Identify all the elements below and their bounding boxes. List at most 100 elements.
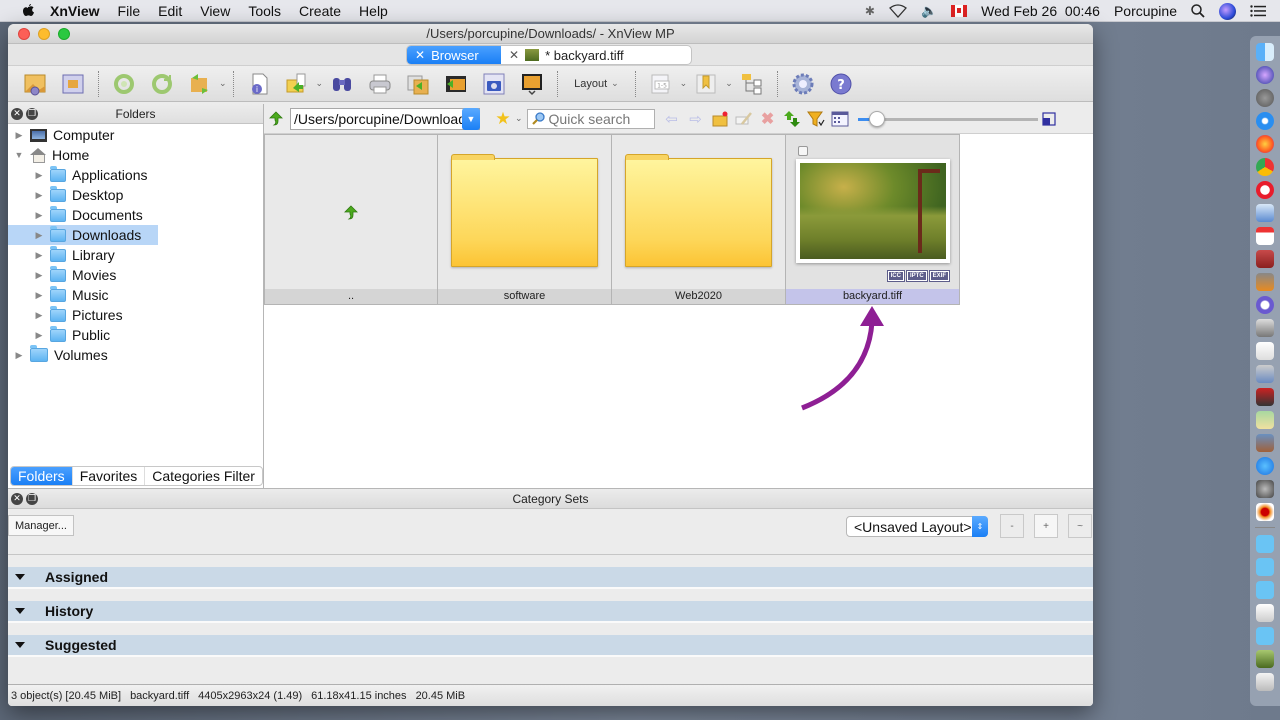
dock-applications-folder-icon[interactable]: [1256, 534, 1274, 553]
tree-node-home[interactable]: ▼ Home: [8, 145, 263, 165]
tab-categories-filter[interactable]: Categories Filter: [145, 467, 262, 485]
tab-backyard-tiff[interactable]: ✕ * backyard.tiff: [501, 46, 691, 64]
thumbnail-folder-web2020[interactable]: Web2020: [612, 134, 786, 305]
volume-icon[interactable]: 🔈: [921, 3, 937, 19]
dock-folder-stack-icon[interactable]: [1256, 626, 1274, 645]
dock-xnview-icon[interactable]: [1256, 502, 1274, 521]
quick-search-input[interactable]: Quick search: [526, 108, 655, 129]
bluetooth-icon[interactable]: ✱: [865, 4, 875, 18]
expand-arrow-icon[interactable]: ▶: [14, 350, 24, 361]
expand-arrow-icon[interactable]: ▶: [14, 130, 24, 141]
dock-calculator-icon[interactable]: [1256, 272, 1274, 291]
slideshow-button[interactable]: [518, 70, 546, 98]
thumbnail-image-backyard[interactable]: ICC IPTC EXIF backyard.tiff: [786, 134, 960, 305]
disclosure-triangle-icon[interactable]: [15, 608, 25, 614]
disclosure-triangle-icon[interactable]: [15, 574, 25, 580]
bookmark-button[interactable]: [692, 70, 720, 98]
view-mode-icon[interactable]: [831, 110, 849, 128]
dock-documents-folder-icon[interactable]: [1256, 557, 1274, 576]
dock-system-preferences-icon[interactable]: [1256, 479, 1274, 498]
minimize-window-button[interactable]: [38, 27, 50, 40]
menu-help[interactable]: Help: [359, 3, 388, 19]
user-name[interactable]: Porcupine: [1114, 3, 1177, 19]
apple-logo-icon[interactable]: [20, 3, 36, 19]
section-suggested[interactable]: Suggested: [8, 635, 1093, 657]
dock-safari-icon[interactable]: [1256, 111, 1274, 130]
settings-button[interactable]: [789, 70, 817, 98]
close-panel-icon[interactable]: ✕: [11, 492, 23, 505]
dock-maps-icon[interactable]: [1256, 410, 1274, 429]
dock-finder-icon[interactable]: [1256, 42, 1274, 61]
dock-firefox-icon[interactable]: [1256, 134, 1274, 153]
delete-icon[interactable]: ✖: [759, 110, 777, 128]
close-tab-icon[interactable]: ✕: [509, 48, 519, 62]
tab-favorites[interactable]: Favorites: [73, 467, 146, 485]
thumbnail-size-slider[interactable]: [857, 110, 1038, 127]
close-panel-icon[interactable]: ✕: [11, 107, 23, 120]
print-button[interactable]: [366, 70, 394, 98]
dock-launchpad-icon[interactable]: [1256, 88, 1274, 107]
convert-dropdown-icon[interactable]: ⌄: [219, 78, 227, 89]
favorites-star-icon[interactable]: ★: [494, 109, 512, 128]
tree-node-documents[interactable]: ▶ Documents: [8, 205, 263, 225]
float-panel-icon[interactable]: ❐: [26, 107, 38, 120]
menu-file[interactable]: File: [118, 3, 141, 19]
selection-checkbox[interactable]: [798, 146, 808, 156]
bookmark-dropdown-icon[interactable]: ⌄: [725, 78, 733, 89]
maximize-thumbnails-icon[interactable]: [1041, 111, 1056, 126]
dock-bbedit-icon[interactable]: [1256, 295, 1274, 314]
dock-image-capture-icon[interactable]: [1256, 364, 1274, 383]
dock-downloads-folder-icon[interactable]: [1256, 580, 1274, 599]
tree-node-library[interactable]: ▶ Library: [8, 245, 263, 265]
menu-view[interactable]: View: [200, 3, 230, 19]
back-arrow-icon[interactable]: ⇦: [663, 110, 681, 128]
tree-node-volumes[interactable]: ▶ Volumes: [8, 345, 263, 365]
forward-arrow-icon[interactable]: ⇨: [687, 110, 705, 128]
layout-select[interactable]: <Unsaved Layout> ⇕: [846, 516, 988, 537]
tree-node-movies[interactable]: ▶ Movies: [8, 265, 263, 285]
rotate-right-button[interactable]: [148, 70, 176, 98]
capture-button[interactable]: [480, 70, 508, 98]
page-range-button[interactable]: 1-5: [647, 70, 675, 98]
dock-preview-screenshot-icon[interactable]: [1256, 318, 1274, 337]
manager-button[interactable]: Manager...: [8, 515, 74, 536]
favorites-dropdown-icon[interactable]: ⌄: [515, 113, 523, 124]
tree-node-music[interactable]: ▶ Music: [8, 285, 263, 305]
close-window-button[interactable]: [18, 27, 30, 40]
expand-arrow-icon[interactable]: ▶: [34, 270, 44, 281]
dock-photo-booth-icon[interactable]: [1256, 387, 1274, 406]
notification-center-icon[interactable]: [1250, 5, 1266, 17]
expand-arrow-icon[interactable]: ▶: [34, 290, 44, 301]
menu-tools[interactable]: Tools: [248, 3, 281, 19]
move-copy-button[interactable]: [283, 70, 311, 98]
dock-photos-icon[interactable]: [1256, 433, 1274, 452]
open-image-button[interactable]: [21, 70, 49, 98]
dock-opera-icon[interactable]: [1256, 180, 1274, 199]
new-folder-icon[interactable]: [711, 110, 729, 128]
fullscreen-button[interactable]: [59, 70, 87, 98]
sort-icon[interactable]: [783, 110, 801, 128]
page-range-dropdown-icon[interactable]: ⌄: [680, 78, 688, 89]
path-dropdown-icon[interactable]: ▼: [462, 107, 480, 130]
tree-node-downloads[interactable]: ▶ Downloads: [8, 225, 158, 245]
tab-folders[interactable]: Folders: [11, 467, 73, 485]
section-assigned[interactable]: Assigned: [8, 567, 1093, 589]
expand-arrow-icon[interactable]: ▶: [34, 250, 44, 261]
dock-mail-icon[interactable]: [1256, 203, 1274, 222]
dock-siri-icon[interactable]: [1256, 65, 1274, 84]
wifi-icon[interactable]: [888, 4, 907, 18]
menu-edit[interactable]: Edit: [158, 3, 182, 19]
zoom-window-button[interactable]: [58, 27, 70, 40]
rotate-left-button[interactable]: [110, 70, 138, 98]
dock-dictionary-icon[interactable]: [1256, 249, 1274, 268]
convert-button[interactable]: [186, 70, 214, 98]
find-button[interactable]: [328, 70, 356, 98]
go-up-folder-icon[interactable]: [268, 110, 284, 127]
slideshow-export-button[interactable]: [442, 70, 470, 98]
info-button[interactable]: i: [245, 70, 273, 98]
collapse-arrow-icon[interactable]: ▼: [14, 150, 24, 160]
expand-arrow-icon[interactable]: ▶: [34, 330, 44, 341]
slider-knob[interactable]: [869, 110, 886, 127]
disclosure-triangle-icon[interactable]: [15, 642, 25, 648]
folder-tree-button[interactable]: [738, 70, 766, 98]
